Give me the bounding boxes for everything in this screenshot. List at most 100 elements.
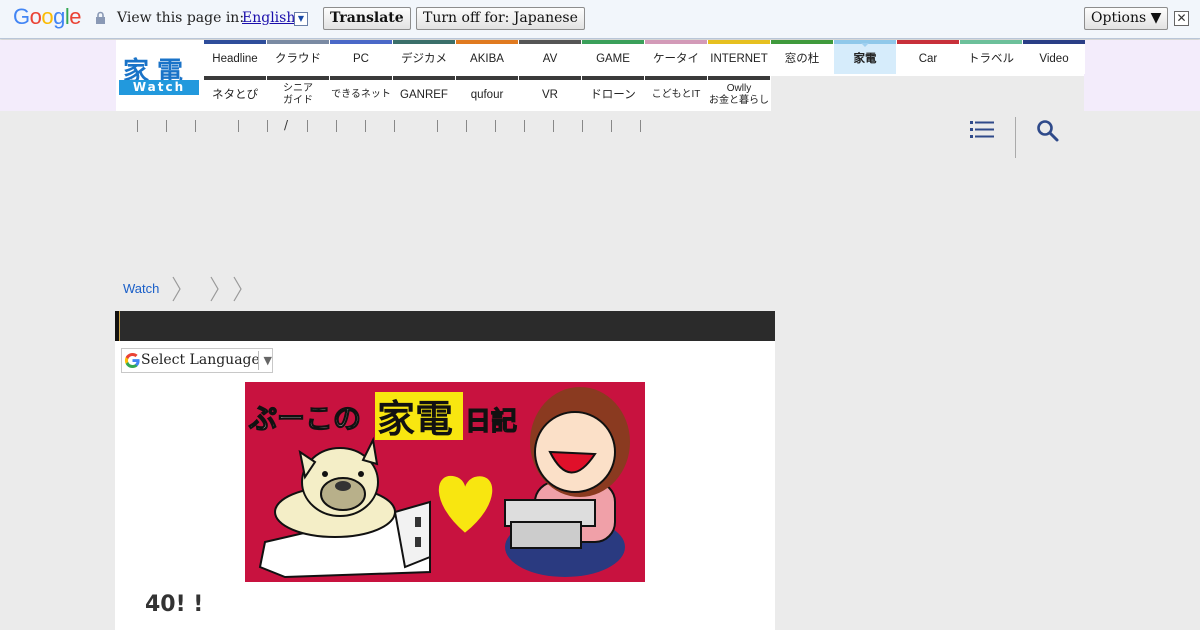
google-logo: Google [13,4,82,30]
nav-item[interactable]: 家電 [834,40,896,74]
site-logo[interactable]: 家電 Watch [119,51,199,95]
nav-item[interactable]: 窓の杜 [771,40,833,74]
language-dropdown-icon[interactable]: ▼ [294,12,308,26]
nav-item[interactable]: クラウド [267,40,329,74]
select-language-label: Select Language [141,352,260,368]
sub-nav-divider [437,120,438,132]
nav-row-secondary: ネタとぴ シニア ガイド できるネット GANREF qufour VR ドローン こどもとI… [204,76,771,110]
nav-item[interactable]: GANREF [393,76,455,110]
nav-item[interactable]: GAME [582,40,644,74]
search-icon[interactable] [1036,119,1060,143]
sub-nav-divider [582,120,583,132]
banner-title-left: ぷーこの [248,402,361,435]
nav-item[interactable]: こどもとIT [645,76,707,110]
sub-nav-divider [137,120,138,132]
nav-item[interactable]: Owlly お金と暮らし [708,76,770,110]
nav-item-label: AKIBA [470,53,504,65]
nav-item[interactable]: PC [330,40,392,74]
breadcrumb-chevron-icon [210,276,219,302]
nav-item-label: INTERNET [710,53,768,65]
breadcrumb-chevron-icon [233,276,242,302]
options-button[interactable]: Options ▼ [1084,7,1169,30]
nav-item[interactable]: INTERNET [708,40,770,74]
nav-item-label: クラウド [275,53,321,65]
nav-item[interactable]: AKIBA [456,40,518,74]
nav-item[interactable]: Headline [204,40,266,74]
nav-item-label: できるネット [331,89,391,100]
nav-item-label: Video [1039,53,1069,65]
nav-item[interactable]: できるネット [330,76,392,110]
nav-item-label: ケータイ [653,53,699,65]
nav-item[interactable]: Car [897,40,959,74]
nav-item-label: 家電 [853,53,877,65]
sub-nav-divider [466,120,467,132]
nav-item-label: こどもとIT [651,89,701,100]
lock-icon [96,11,105,24]
header-divider [1015,117,1016,158]
nav-item-label: PC [353,53,369,65]
nav-item-label: qufour [470,89,504,101]
banner-heart [438,476,493,533]
google-g-icon [124,352,140,369]
nav-item[interactable]: ネタとぴ [204,76,266,110]
article-title: 40! ! [145,592,204,617]
banner-girl-face [534,411,616,493]
nav-item-label: AV [542,53,558,65]
close-icon[interactable]: ✕ [1174,11,1189,26]
google-logo-letter: g [53,4,65,29]
sub-nav-slash: / [284,118,289,132]
nav-item[interactable]: AV [519,40,581,74]
nav-item[interactable]: qufour [456,76,518,110]
chevron-down-icon: ▼ [258,351,272,370]
turn-off-button[interactable]: Turn off for: Japanese [416,7,585,30]
sub-nav-divider [640,120,641,132]
sub-nav-divider [238,120,239,132]
nav-item[interactable]: デジカメ [393,40,455,74]
article-banner-image: ぷーこの 家電 日記 [245,382,645,582]
google-logo-letter: o [41,4,54,29]
menu-icon[interactable] [970,120,994,140]
banner-title-right: 日記 [465,406,517,437]
sub-nav-divider [195,120,196,132]
nav-item[interactable]: シニア ガイド [267,76,329,110]
nav-item-label: シニア ガイド [283,83,313,106]
sub-nav-divider [495,120,496,132]
sub-nav-divider [394,120,395,132]
sub-nav-divider [166,120,167,132]
view-page-label: View this page in: [117,10,245,26]
banner-title-mid: 家電 [377,397,453,441]
nav-item-label: ドローン [590,89,636,101]
nav-item-label: Owlly お金と暮らし [709,83,769,106]
sub-nav-divider [524,120,525,132]
breadcrumb-chevron-icon [172,276,181,302]
nav-empty-area [771,76,1084,111]
google-logo-letter: o [29,4,42,29]
sub-nav-divider [611,120,612,132]
nav-item-label: GANREF [400,89,448,101]
select-language-dropdown[interactable]: Select Language ▼ [121,348,273,373]
nav-item[interactable]: ケータイ [645,40,707,74]
google-logo-letter: G [13,4,30,29]
nav-item[interactable]: トラベル [960,40,1022,74]
nav-item[interactable]: ドローン [582,76,644,110]
nav-item-label: 窓の杜 [784,53,820,65]
nav-item-label: Car [918,53,938,65]
breadcrumb-root[interactable]: Watch [123,281,159,296]
nav-item-label: トラベル [968,53,1014,65]
nav-item-label: VR [542,89,558,101]
article-category-bar [115,311,775,341]
language-link[interactable]: English [242,10,295,26]
nav-item-label: デジカメ [401,53,447,65]
logo-watch: Watch [119,80,199,95]
sub-nav-divider [267,120,268,132]
nav-item[interactable]: Video [1023,40,1085,74]
google-logo-letter: e [69,4,82,29]
banner-illustration: ぷーこの 家電 日記 [247,387,630,579]
translate-button[interactable]: Translate [323,7,411,30]
sub-nav-divider [336,120,337,132]
nav-item[interactable]: VR [519,76,581,110]
sub-nav-divider [365,120,366,132]
nav-row-primary: Headline クラウド PC デジカメ AKIBA AV GAME ケータイ INTERNE… [204,40,1086,74]
sub-nav-divider [307,120,308,132]
nav-item-label: Headline [212,53,258,65]
